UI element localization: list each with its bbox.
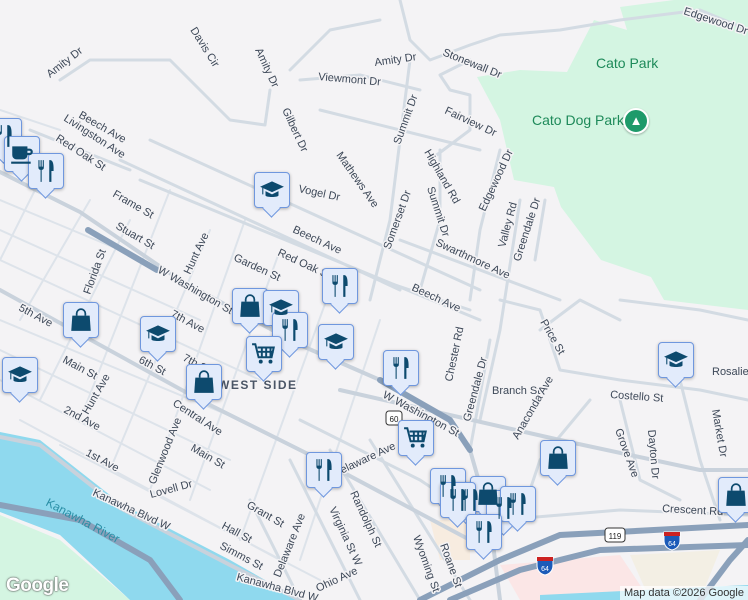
shopping-bag-icon bbox=[240, 294, 260, 317]
street-label: Costello St bbox=[610, 389, 664, 405]
shopping-bag-icon bbox=[71, 308, 91, 331]
shopping-marker[interactable] bbox=[540, 440, 576, 476]
fork-knife-icon bbox=[510, 493, 526, 515]
shopping-marker[interactable] bbox=[718, 477, 748, 513]
shopping-marker[interactable] bbox=[186, 364, 222, 400]
fork-knife-icon bbox=[476, 521, 492, 543]
graduation-cap-icon bbox=[664, 351, 688, 368]
restaurant-marker[interactable] bbox=[440, 482, 476, 518]
graduation-cap-icon bbox=[146, 325, 170, 342]
street-label: Garden St bbox=[232, 252, 283, 284]
street-label: Dayton Dr bbox=[645, 429, 661, 480]
restaurant-marker[interactable] bbox=[383, 350, 419, 386]
cart-marker[interactable] bbox=[398, 420, 434, 456]
shopping-marker[interactable] bbox=[232, 288, 268, 324]
fork-knife-icon bbox=[332, 275, 348, 297]
cart-marker[interactable] bbox=[246, 336, 282, 372]
street-label: Summit Dr bbox=[392, 93, 421, 146]
i-64-shield: 64 bbox=[536, 556, 554, 576]
school-marker[interactable] bbox=[318, 324, 354, 360]
restaurant-marker[interactable] bbox=[500, 486, 536, 522]
park-label: Cato Dog Park bbox=[532, 112, 625, 128]
street-label: Beech Ave bbox=[410, 282, 463, 315]
street-label: Rosalie bbox=[712, 366, 748, 378]
fork-knife-icon bbox=[393, 357, 409, 379]
street-label: Frame St bbox=[111, 188, 156, 221]
google-logo: Google bbox=[6, 575, 69, 596]
cato-park-area bbox=[477, 0, 748, 310]
street-label: Mathews Ave bbox=[334, 150, 381, 210]
coffee-icon bbox=[11, 146, 33, 164]
street-label: Viewmont Dr bbox=[318, 71, 382, 88]
fork-knife-icon bbox=[450, 489, 466, 511]
shield-label: 64 bbox=[668, 541, 676, 548]
cart-icon bbox=[252, 343, 275, 364]
restaurant-marker[interactable] bbox=[466, 514, 502, 550]
street-label: Hunt Ave bbox=[182, 231, 212, 276]
shopping-bag-icon bbox=[548, 446, 568, 469]
street-label: Amity Dr bbox=[374, 51, 418, 69]
shopping-bag-icon bbox=[194, 370, 214, 393]
restaurant-marker[interactable] bbox=[272, 312, 308, 348]
street-label: Main St bbox=[189, 442, 227, 471]
shield-label: 119 bbox=[609, 532, 622, 541]
cart-icon bbox=[404, 427, 427, 448]
street-label: Market Dr bbox=[709, 408, 729, 458]
map-canvas[interactable]: 60 119 64 64 Amity Dr Davis Cir Amity Dr Vi… bbox=[0, 0, 748, 600]
graduation-cap-icon bbox=[260, 181, 284, 198]
street-label: Vogel Dr bbox=[297, 183, 341, 204]
street-label: Gilbert Dr bbox=[279, 106, 310, 154]
shield-label: 64 bbox=[541, 566, 549, 573]
tree-icon[interactable]: ▲ bbox=[623, 108, 649, 134]
street-label: Ohio Ave bbox=[314, 565, 359, 595]
graduation-cap-icon bbox=[324, 333, 348, 350]
neighborhood-label: WEST SIDE bbox=[218, 378, 298, 392]
school-marker[interactable] bbox=[658, 342, 694, 378]
street-label: W Washington St bbox=[156, 264, 235, 317]
street-label: Davis Cir bbox=[187, 25, 221, 69]
street-label: Amity Dr bbox=[252, 46, 281, 90]
park-label: Cato Park bbox=[596, 55, 659, 71]
restaurant-marker[interactable] bbox=[306, 452, 342, 488]
i-64-shield: 64 bbox=[663, 531, 681, 551]
school-marker[interactable] bbox=[2, 357, 38, 393]
shopping-marker[interactable] bbox=[63, 302, 99, 338]
map-attribution[interactable]: Map data ©2026 Google bbox=[619, 586, 748, 600]
street-label: Somerset Dr bbox=[382, 189, 415, 251]
restaurant-marker[interactable] bbox=[28, 153, 64, 189]
street-label: Chester Rd bbox=[443, 326, 466, 383]
street-label: Stonewall Dr bbox=[441, 47, 504, 82]
school-marker[interactable] bbox=[140, 316, 176, 352]
shopping-bag-icon bbox=[726, 483, 746, 506]
restaurant-marker[interactable] bbox=[322, 268, 358, 304]
fork-knife-icon bbox=[38, 160, 54, 182]
street-label: Crescent Rd bbox=[662, 503, 724, 518]
fork-knife-icon bbox=[316, 459, 332, 481]
street-label: Glenwood Ave bbox=[147, 416, 185, 486]
us-119-shield: 119 bbox=[604, 527, 626, 543]
graduation-cap-icon bbox=[8, 366, 32, 383]
fork-knife-icon bbox=[282, 319, 298, 341]
school-marker[interactable] bbox=[254, 172, 290, 208]
street-label: Grant St bbox=[245, 499, 286, 530]
